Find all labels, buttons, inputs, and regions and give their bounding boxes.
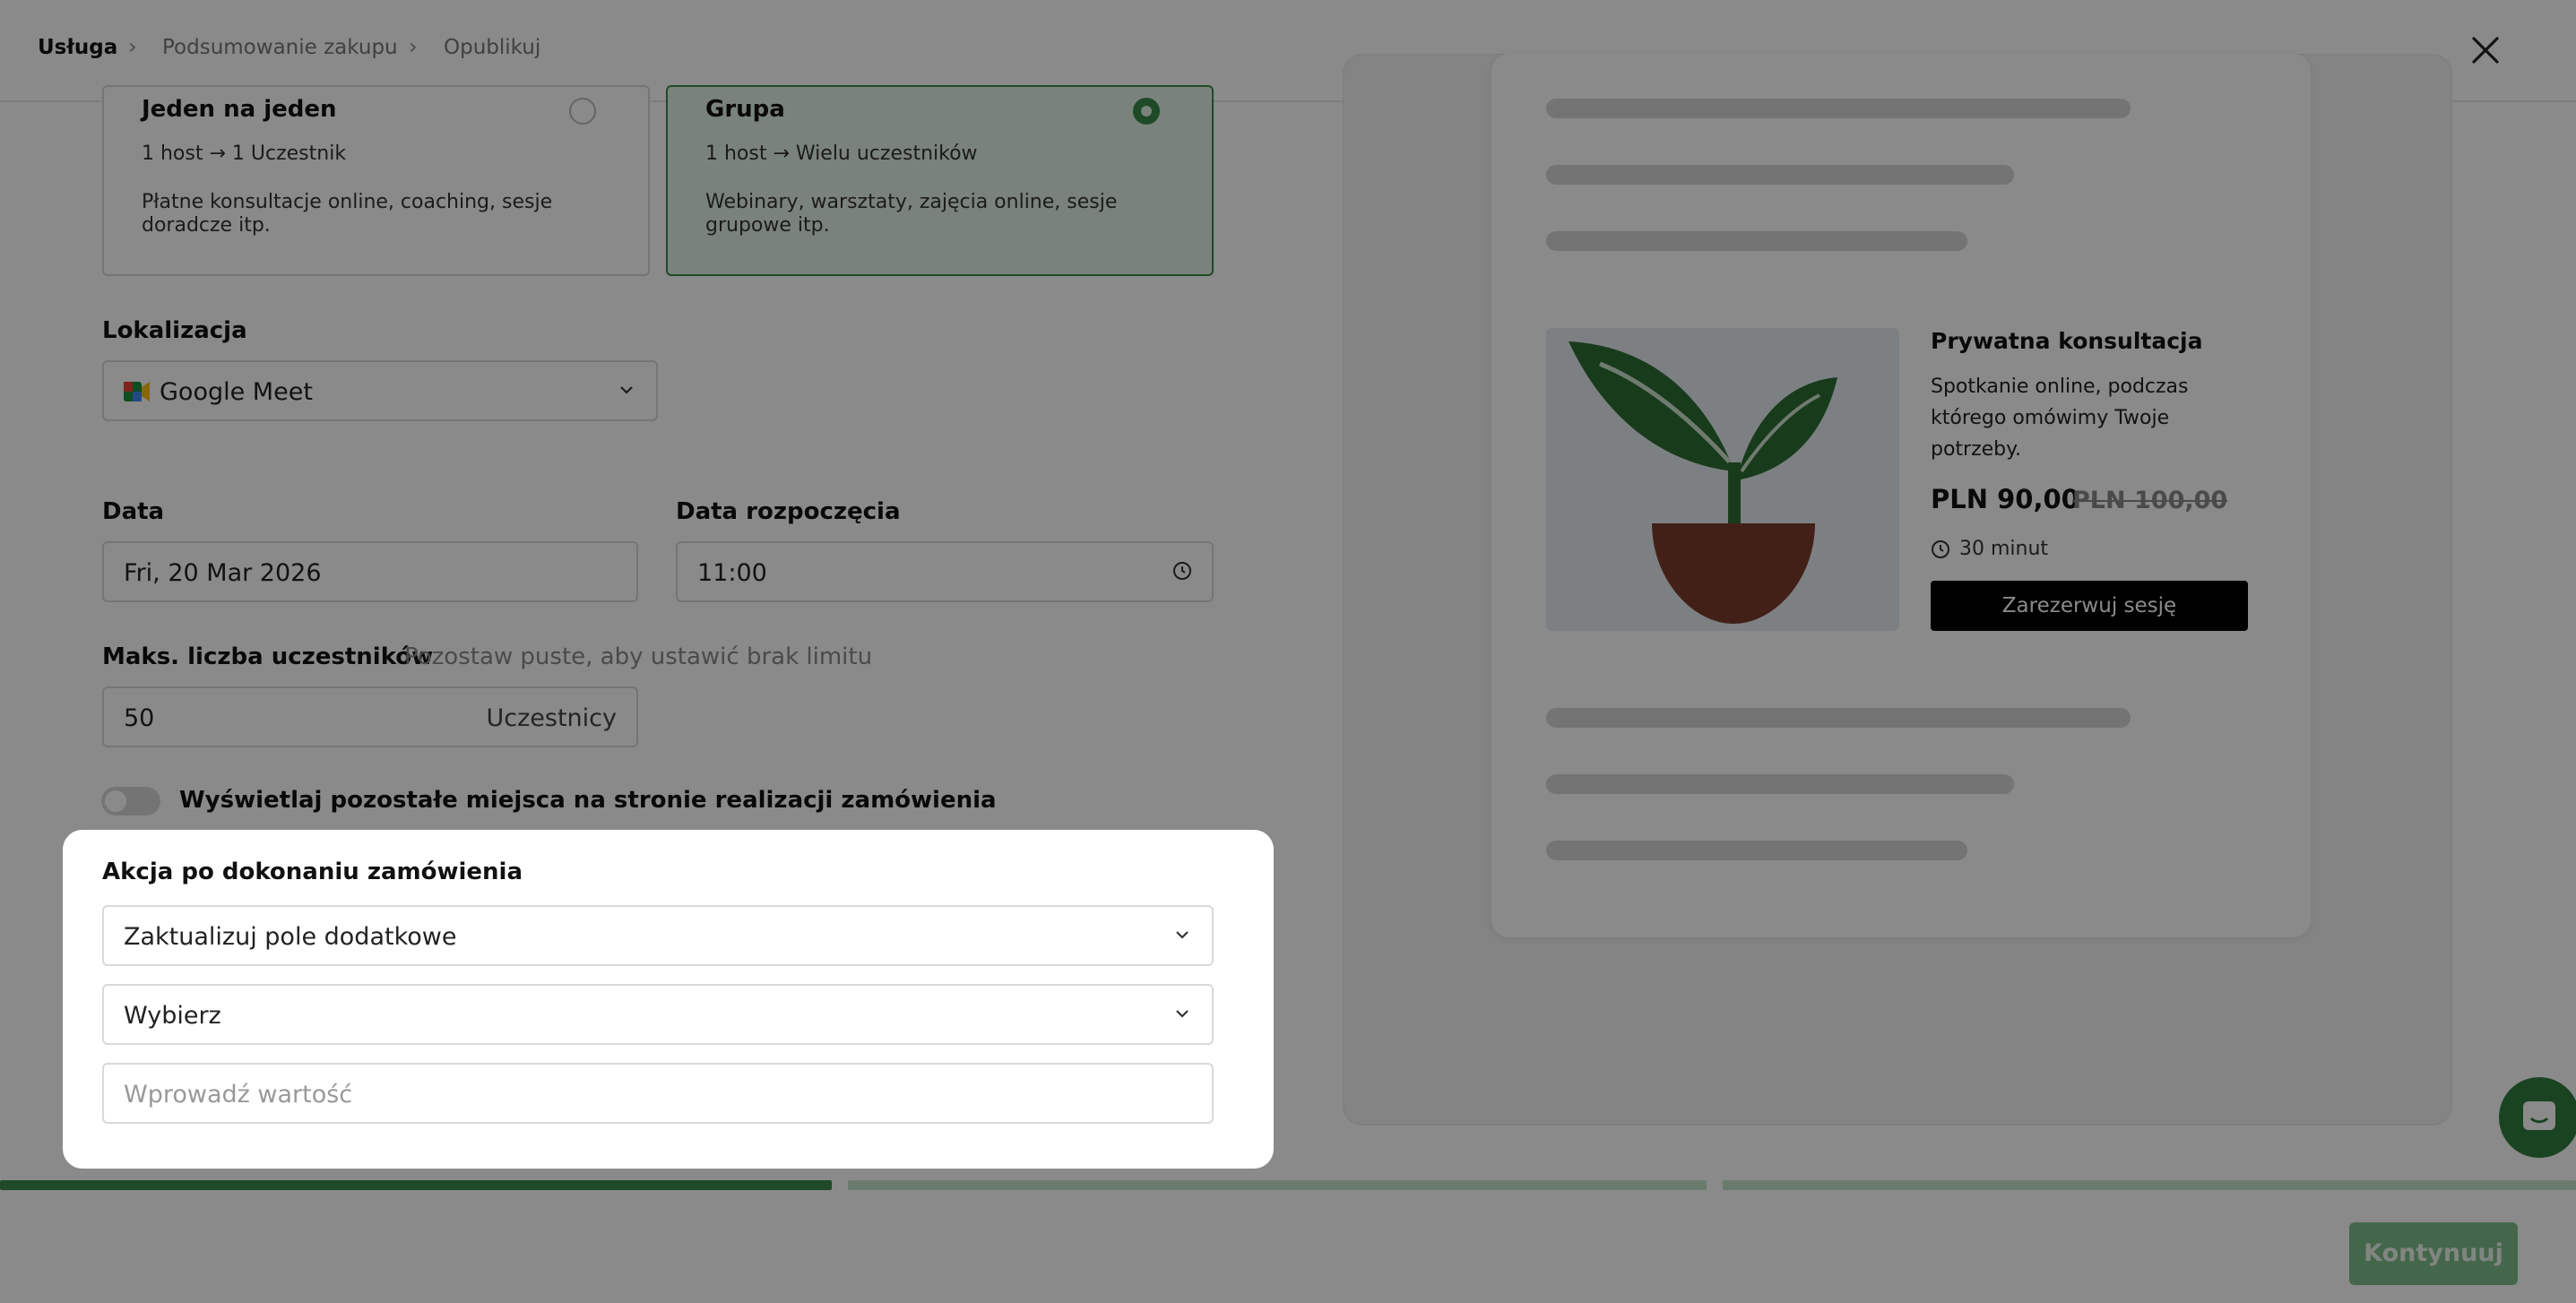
custom-field-value: Wybierz — [124, 1002, 221, 1030]
value-input[interactable]: Wprowadź wartość — [102, 1063, 1214, 1124]
value-placeholder: Wprowadź wartość — [124, 1081, 353, 1109]
action-type-select[interactable]: Zaktualizuj pole dodatkowe — [102, 905, 1214, 966]
modal-title: Akcja po dokonaniu zamówienia — [102, 859, 523, 885]
custom-field-select[interactable]: Wybierz — [102, 984, 1214, 1045]
chevron-down-icon — [1176, 1010, 1189, 1018]
action-type-value: Zaktualizuj pole dodatkowe — [124, 923, 457, 951]
post-order-action-modal: Akcja po dokonaniu zamówienia Zaktualizu… — [63, 830, 1274, 1169]
chevron-down-icon — [1176, 931, 1189, 939]
